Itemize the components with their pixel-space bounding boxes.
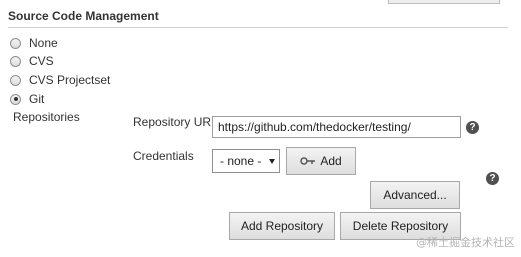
radio-cvs-projectset[interactable] xyxy=(10,74,21,86)
scm-option-label: None xyxy=(29,36,58,50)
help-icon[interactable]: ? xyxy=(486,172,499,185)
section-divider xyxy=(8,27,508,28)
help-icon[interactable]: ? xyxy=(466,121,479,134)
watermark: @稀土掘金技术社区 xyxy=(416,236,515,249)
scm-option-git[interactable]: Git xyxy=(10,91,44,107)
add-repository-button[interactable]: Add Repository xyxy=(229,212,335,240)
credentials-select[interactable]: - none - xyxy=(212,149,280,173)
section-title: Source Code Management xyxy=(8,9,159,23)
repositories-label: Repositories xyxy=(13,110,80,124)
repository-url-input[interactable] xyxy=(212,116,461,138)
credentials-label: Credentials xyxy=(133,149,194,163)
radio-git[interactable] xyxy=(10,93,21,105)
scm-option-label: CVS xyxy=(29,54,54,68)
top-button-fragment xyxy=(388,0,500,4)
repository-url-label: Repository URL xyxy=(133,115,218,129)
scm-option-label: Git xyxy=(29,92,45,106)
chevron-down-icon xyxy=(269,159,275,164)
scm-option-cvs-projectset[interactable]: CVS Projectset xyxy=(10,72,110,88)
credentials-selected-value: - none - xyxy=(220,154,262,168)
add-credentials-label: Add xyxy=(320,154,342,168)
scm-option-cvs[interactable]: CVS xyxy=(10,53,54,69)
radio-none[interactable] xyxy=(10,37,21,49)
radio-cvs[interactable] xyxy=(10,55,21,67)
advanced-button[interactable]: Advanced... xyxy=(370,181,460,209)
add-credentials-button[interactable]: Add xyxy=(286,147,356,175)
key-icon xyxy=(300,154,316,168)
scm-option-none[interactable]: None xyxy=(10,35,58,51)
scm-option-label: CVS Projectset xyxy=(29,73,111,87)
